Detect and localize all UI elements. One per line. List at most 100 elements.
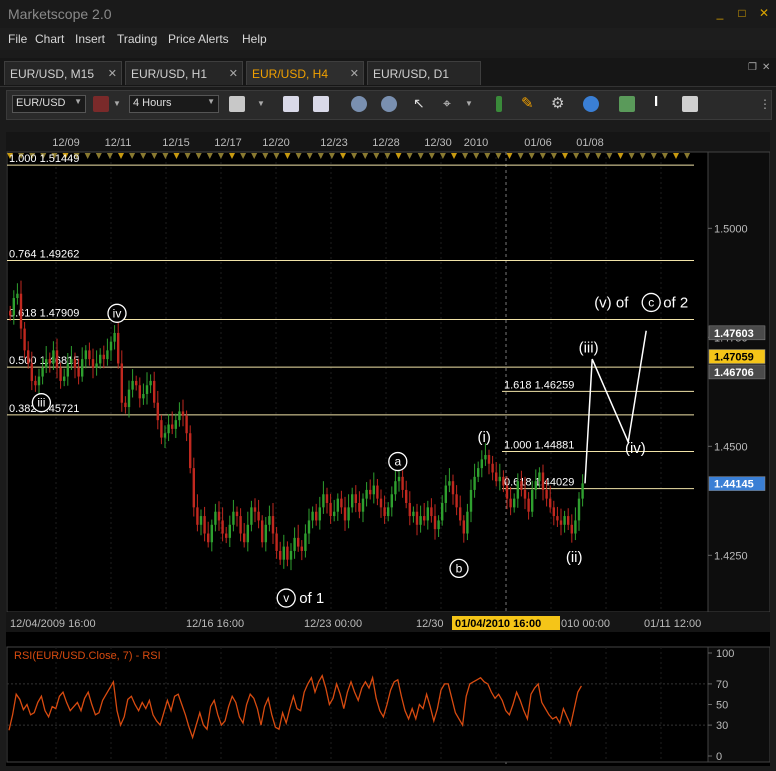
candle-body — [419, 516, 422, 525]
text-icon[interactable]: I — [654, 93, 658, 110]
candle-body — [556, 516, 559, 521]
date-tick-label: 12/30 — [424, 137, 452, 149]
candle-body — [351, 494, 354, 508]
cursor-icon[interactable]: ↖ — [413, 95, 425, 112]
chevron-down-icon[interactable]: ▼ — [257, 99, 265, 108]
tab-eurusd-m15[interactable]: EUR/USD, M15 ✕ — [4, 61, 122, 85]
candle-body — [156, 402, 159, 421]
candle-body — [48, 359, 51, 364]
candle-body — [412, 511, 415, 517]
candle-body — [340, 498, 343, 508]
close-tab-icon[interactable]: ✕ — [108, 67, 117, 80]
candle-body — [559, 520, 563, 525]
candle-body — [477, 468, 480, 477]
chart-svg[interactable]: 12/09 12/11 12/15 12/17 12/20 12/23 12/28 12/30… — [6, 132, 771, 766]
rsi-tick-label: 30 — [716, 720, 728, 732]
maximize-button[interactable]: □ — [734, 6, 750, 20]
time-tick-label: 12/30 — [416, 618, 444, 630]
candle-body — [95, 363, 98, 368]
candle-body — [70, 359, 73, 364]
tab-label: EUR/USD, H4 — [252, 67, 329, 81]
pencil-icon[interactable]: ✎ — [521, 94, 534, 112]
more-icon[interactable]: ⋮ — [759, 97, 771, 111]
candle-body — [300, 546, 303, 551]
chevron-down-icon[interactable]: ▼ — [113, 99, 121, 108]
price-tag-label: 1.47059 — [714, 352, 754, 364]
candle-body — [27, 350, 30, 364]
tab-eurusd-d1[interactable]: EUR/USD, D1 — [367, 61, 481, 85]
menu-price-alerts[interactable]: Price Alerts — [168, 32, 229, 46]
price-tag-label: 1.47603 — [714, 328, 754, 340]
candle-body — [459, 507, 462, 521]
minimize-button[interactable]: _ — [712, 6, 728, 20]
close-button[interactable]: ✕ — [756, 6, 772, 20]
menu-insert[interactable]: Insert — [75, 32, 105, 46]
candle-body — [358, 502, 361, 512]
tab-eurusd-h4[interactable]: EUR/USD, H4 ✕ — [246, 61, 364, 85]
rsi-tick-label: 0 — [716, 751, 722, 763]
candle-body — [426, 507, 429, 521]
candle-body — [178, 411, 181, 421]
indicator-icon[interactable] — [619, 96, 635, 112]
trendline-icon[interactable] — [496, 96, 502, 112]
price-tick-label: 1.5000 — [714, 223, 748, 235]
table-icon[interactable] — [682, 96, 698, 112]
menu-file[interactable]: File — [8, 32, 27, 46]
close-window-icon[interactable]: ✕ — [762, 62, 770, 73]
stats-icon[interactable] — [313, 96, 329, 112]
candle-body — [52, 350, 55, 364]
date-tick-label: 12/11 — [105, 137, 132, 149]
candle-body — [117, 332, 120, 364]
restore-icon[interactable]: ❐ — [748, 62, 757, 73]
candle-body — [19, 293, 23, 329]
data-window-icon[interactable] — [283, 96, 299, 112]
crosshair-icon[interactable]: ⌖ — [443, 95, 451, 112]
candle-body — [462, 520, 465, 534]
candle-body — [149, 380, 152, 386]
price-tag-label: 1.44145 — [714, 479, 754, 491]
candle-body — [329, 502, 332, 517]
candle-body — [45, 359, 48, 368]
instrument-select[interactable]: EUR/USD ▼ — [12, 95, 86, 113]
candle-body — [523, 489, 527, 499]
price-tick-label: 1.4250 — [714, 550, 748, 562]
chevron-down-icon[interactable]: ▼ — [465, 99, 473, 108]
candle-body — [63, 376, 66, 381]
price-axis — [707, 151, 771, 613]
rsi-tick-label: 70 — [716, 679, 728, 691]
zoom-out-icon[interactable] — [381, 96, 397, 112]
time-tick-label: 01/11 12:00 — [644, 618, 701, 630]
candle-body — [444, 485, 447, 503]
date-tick-label: 2010 — [464, 137, 488, 149]
candle-body — [142, 393, 145, 399]
menu-trading[interactable]: Trading — [117, 32, 157, 46]
menu-chart[interactable]: Chart — [35, 32, 64, 46]
time-tick-label: 010 00:00 — [561, 618, 610, 630]
candle-body — [250, 507, 253, 525]
fib-level-label: 1.000 1.51449 — [9, 153, 79, 165]
zoom-in-icon[interactable] — [351, 96, 367, 112]
candle-body — [271, 516, 275, 534]
wave-label-text: of 2 — [663, 294, 688, 311]
bar-style-icon[interactable] — [229, 96, 245, 112]
wave-label-text: of 1 — [299, 590, 324, 607]
globe-icon[interactable] — [583, 96, 599, 112]
candle-body — [455, 494, 458, 508]
chart-area[interactable]: 12/09 12/11 12/15 12/17 12/20 12/23 12/28 12/30… — [6, 132, 771, 766]
candle-body — [293, 537, 296, 551]
close-tab-icon[interactable]: ✕ — [350, 67, 359, 80]
candle-body — [297, 537, 300, 547]
candle-body — [361, 498, 365, 512]
date-tick-label: 12/20 — [262, 137, 290, 149]
gear-icon[interactable]: ⚙ — [551, 94, 564, 112]
candle-body — [394, 481, 397, 495]
tab-eurusd-h1[interactable]: EUR/USD, H1 ✕ — [125, 61, 243, 85]
close-tab-icon[interactable]: ✕ — [229, 67, 238, 80]
timeframe-value: 4 Hours — [133, 97, 172, 109]
link-icon[interactable] — [93, 96, 109, 112]
menu-help[interactable]: Help — [242, 32, 267, 46]
fib-level-label: 0.764 1.49262 — [9, 248, 79, 260]
candle-body — [131, 380, 134, 390]
app-title: Marketscope 2.0 — [8, 6, 112, 22]
timeframe-select[interactable]: 4 Hours ▼ — [129, 95, 219, 113]
